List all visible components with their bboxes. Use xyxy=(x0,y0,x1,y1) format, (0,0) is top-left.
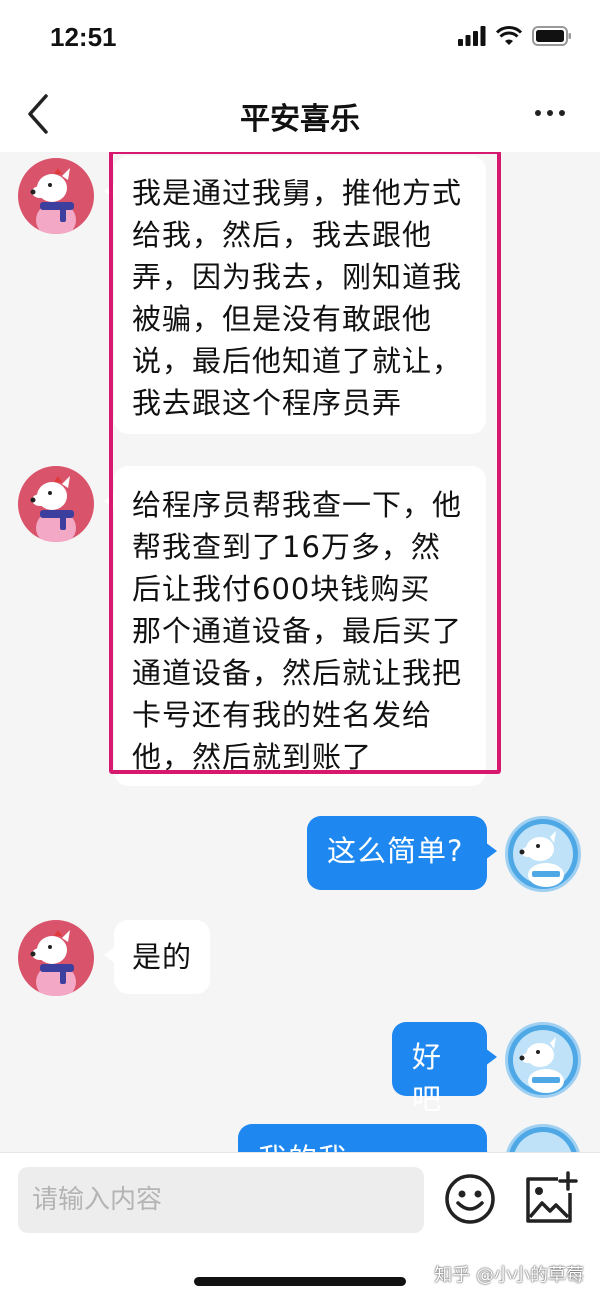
dog-avatar-icon xyxy=(30,168,76,234)
message-text: 通道设备，然后就让我把 xyxy=(132,656,463,690)
add-image-icon xyxy=(526,1171,578,1223)
message-text: 我是通过我舅，推他方式 xyxy=(132,176,463,210)
message-text: 帮我查到了16万多，然 xyxy=(132,530,441,564)
dog-astronaut-avatar-icon xyxy=(513,824,573,887)
dog-astronaut-avatar-icon xyxy=(514,1132,572,1152)
message-bubble[interactable]: 我是通过我舅，推他方式 给我，然后，我去跟他 弄，因为我去，刚知道我 被骗，但是… xyxy=(104,156,486,434)
home-indicator[interactable] xyxy=(194,1277,406,1286)
dog-avatar-icon xyxy=(30,476,76,542)
message-text: 卡号还有我的姓名发给 xyxy=(132,698,433,732)
contact-avatar[interactable] xyxy=(18,920,94,996)
contact-avatar[interactable] xyxy=(18,466,94,542)
battery-icon xyxy=(532,26,571,46)
message-text: 那个通道设备，最后买了 xyxy=(132,614,463,648)
wifi-icon xyxy=(496,26,522,45)
message-text: 好吧 xyxy=(412,1040,443,1116)
image-button[interactable] xyxy=(522,1171,578,1227)
message-text: 弄，因为我去，刚知道我 xyxy=(132,260,463,294)
message-bubble[interactable]: 是的 xyxy=(104,920,210,994)
more-dots-icon xyxy=(535,110,541,116)
nav-bar: 平安喜乐 xyxy=(0,80,600,152)
user-avatar[interactable] xyxy=(505,816,581,892)
message-text: 后让我付600块钱购买 xyxy=(132,572,431,606)
message-text: 被骗，但是没有敢跟他 xyxy=(132,302,433,336)
message-text: 这么简单? xyxy=(327,834,464,868)
message-bubble-sent[interactable]: 这么简单? xyxy=(307,816,497,890)
emoji-button[interactable] xyxy=(444,1173,496,1225)
watermark: 知乎 @小小的草莓 xyxy=(434,1265,584,1286)
message-text: 我去跟这个程序员弄 xyxy=(132,386,403,420)
user-avatar[interactable] xyxy=(505,1124,581,1152)
message-input[interactable] xyxy=(18,1167,424,1233)
message-text: 给我，然后，我去跟他 xyxy=(132,218,433,252)
message-bubble-sent[interactable]: 我的我... xyxy=(238,1124,497,1152)
message-text: 我的我... xyxy=(258,1142,379,1152)
input-bar: 知乎 @小小的草莓 xyxy=(0,1152,600,1299)
status-icons xyxy=(458,26,572,46)
more-button[interactable] xyxy=(530,98,570,128)
signal-icon xyxy=(458,26,486,46)
message-text: 给程序员帮我查一下，他 xyxy=(132,488,463,522)
message-bubble-sent[interactable]: 好吧 xyxy=(392,1022,497,1116)
message-text: 他，然后就到账了 xyxy=(132,740,373,774)
smile-icon xyxy=(445,1174,495,1224)
dog-astronaut-avatar-icon xyxy=(513,1030,573,1093)
contact-avatar[interactable] xyxy=(18,158,94,234)
message-text: 是的 xyxy=(132,940,193,974)
dog-avatar-icon xyxy=(30,930,76,996)
message-text: 说，最后他知道了就让， xyxy=(132,344,463,378)
status-bar: 12:51 xyxy=(0,0,600,80)
message-bubble[interactable]: 给程序员帮我查一下，他 帮我查到了16万多，然 后让我付600块钱购买 那个通道… xyxy=(104,466,486,786)
user-avatar[interactable] xyxy=(505,1022,581,1098)
status-time: 12:51 xyxy=(50,22,117,52)
chat-area[interactable]: 我是通过我舅，推他方式 给我，然后，我去跟他 弄，因为我去，刚知道我 被骗，但是… xyxy=(0,152,600,1152)
chat-title: 平安喜乐 xyxy=(240,102,360,137)
